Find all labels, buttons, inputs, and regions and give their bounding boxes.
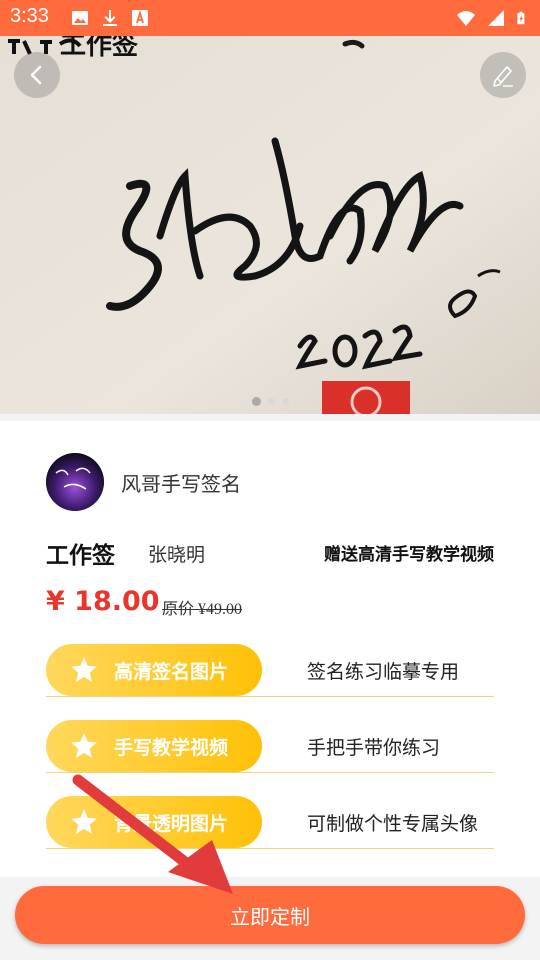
status-bar: 3:33 [0, 0, 540, 36]
original-price: 原价 ¥49.00 [162, 601, 243, 618]
battery-charging-icon [517, 11, 525, 25]
feature-pill: 高清签名图片 [46, 644, 262, 696]
feature-pill: 背景透明图片 [46, 796, 262, 848]
feature-desc: 签名练习临摹专用 [307, 661, 460, 683]
customize-now-label: 立即定制 [230, 904, 310, 929]
feature-row: 高清签名图片 签名练习临摹专用 [46, 644, 494, 697]
customize-now-button[interactable]: 立即定制 [15, 886, 525, 944]
watermark-text: 工作签 [60, 36, 139, 61]
price: ¥ 18.00 [46, 586, 160, 617]
image-icon [72, 11, 88, 25]
product-signer: 张晓明 [148, 544, 206, 566]
star-icon [68, 654, 100, 686]
feature-row: 手写教学视频 手把手带你练习 [46, 720, 494, 773]
avatar-image [46, 453, 104, 511]
feature-desc: 手把手带你练习 [307, 737, 441, 759]
status-notification-icons [70, 8, 150, 28]
chevron-left-icon [30, 65, 42, 85]
status-system-icons [456, 8, 530, 28]
star-icon [68, 806, 100, 838]
star-icon [68, 730, 100, 762]
feature-pill: 手写教学视频 [46, 720, 262, 772]
wifi-icon [457, 11, 475, 26]
signal-icon [488, 10, 504, 26]
feature-desc: 可制做个性专属头像 [307, 813, 479, 835]
back-button[interactable] [14, 52, 60, 98]
product-title: 工作签 [46, 543, 115, 569]
edit-signature-button[interactable] [480, 52, 526, 98]
shop-name[interactable]: 风哥手写签名 [121, 468, 241, 497]
a-box-icon [132, 9, 148, 26]
feature-label: 手写教学视频 [114, 736, 229, 759]
signature-photo: 工作签 [0, 36, 540, 414]
carousel-dot[interactable] [282, 398, 289, 405]
shop-avatar[interactable] [46, 453, 104, 511]
seal-stamp [322, 381, 410, 414]
download-icon [103, 10, 117, 26]
gift-note: 赠送高清手写教学视频 [324, 545, 494, 565]
feature-label: 高清签名图片 [114, 660, 229, 683]
status-time: 3:33 [10, 5, 49, 27]
product-image-carousel[interactable]: 工作签 [0, 36, 540, 414]
feature-label: 背景透明图片 [114, 812, 229, 835]
carousel-indicator [252, 397, 289, 406]
carousel-dot[interactable] [268, 398, 275, 405]
carousel-dot[interactable] [252, 397, 261, 406]
pen-icon [493, 66, 513, 87]
feature-row: 背景透明图片 可制做个性专属头像 [46, 796, 494, 849]
